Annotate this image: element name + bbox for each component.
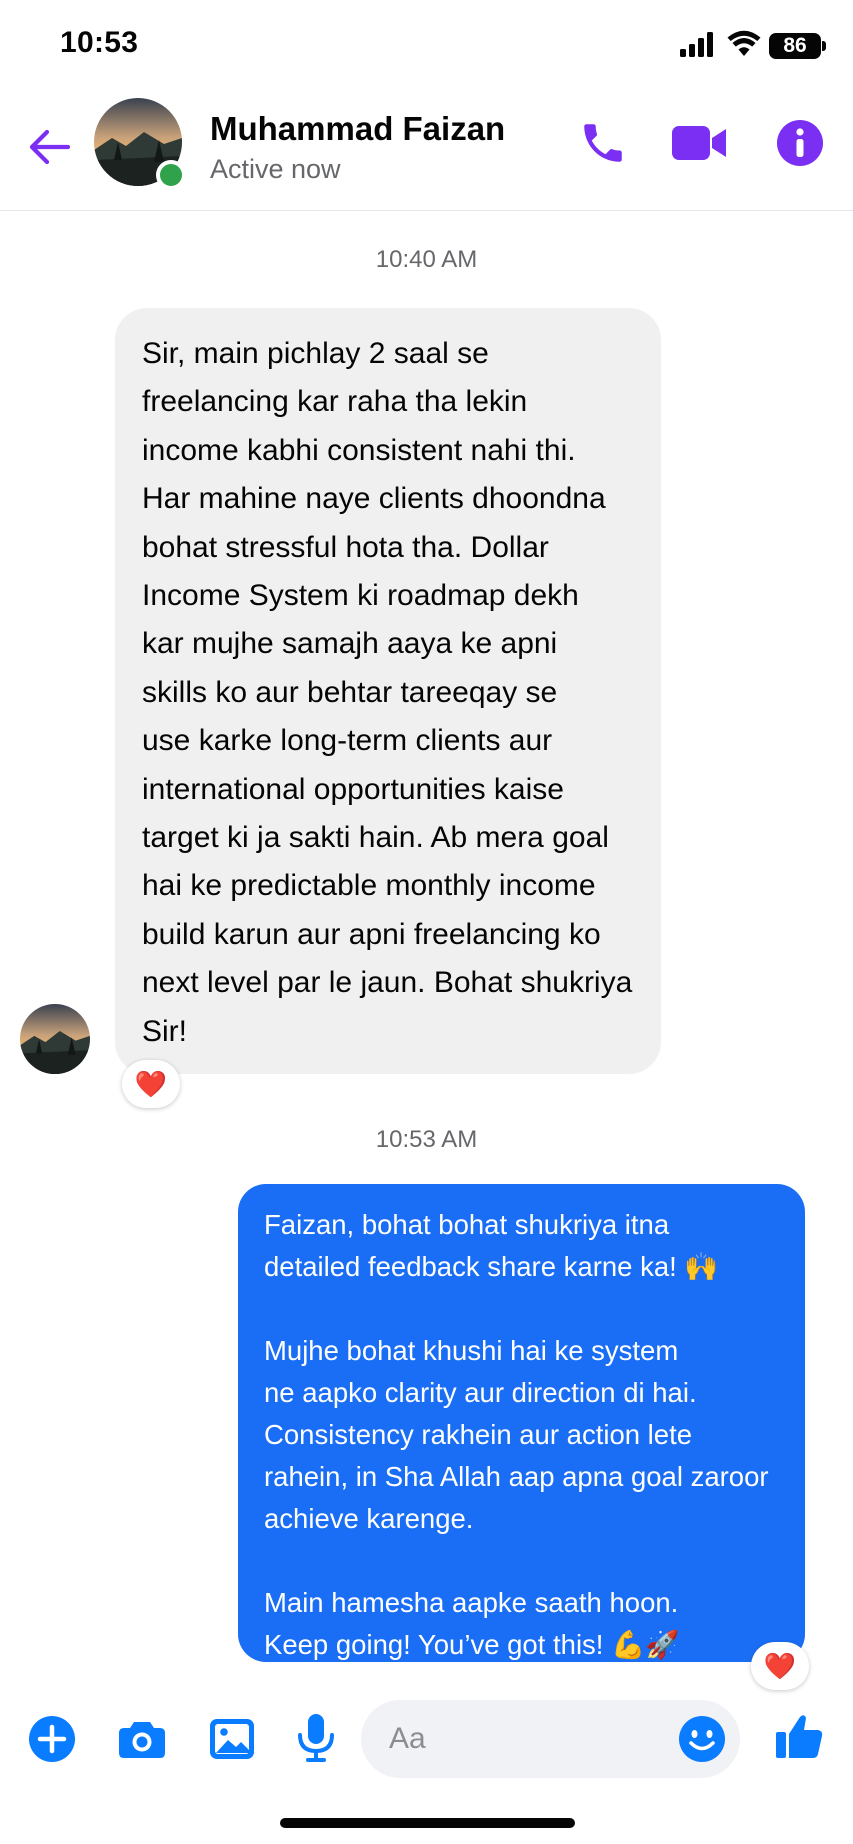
home-indicator [280,1818,575,1828]
sender-avatar[interactable] [20,1004,90,1074]
thumbs-up-icon[interactable] [773,1710,825,1762]
emoji-icon[interactable] [676,1713,728,1765]
contact-status: Active now [210,154,341,184]
cellular-signal-icon [680,32,713,57]
heart-reaction[interactable]: ❤️ [751,1642,809,1690]
phone-icon[interactable] [578,118,628,168]
message-input-placeholder: Aa [389,1722,426,1755]
message-timestamp: 10:53 AM [375,1126,478,1153]
status-time: 10:53 [60,26,139,59]
image-icon[interactable] [206,1713,258,1765]
heart-reaction-icon: ❤️ [134,1068,168,1099]
contact-name[interactable]: Muhammad Faizan [210,110,505,148]
back-arrow-icon[interactable] [26,124,72,170]
message-timestamp: 10:40 AM [375,246,478,273]
battery-indicator: 86 [769,33,821,59]
outgoing-message-bubble[interactable]: Faizan, bohat bohat shukriya itna detail… [238,1184,805,1662]
heart-reaction-icon: ❤️ [763,1650,797,1681]
plus-icon[interactable] [26,1713,78,1765]
camera-icon[interactable] [116,1713,168,1765]
video-camera-icon[interactable] [670,118,728,168]
info-icon[interactable] [775,118,825,168]
wifi-icon [727,30,761,56]
battery-cap [822,41,826,51]
heart-reaction[interactable]: ❤️ [122,1060,180,1108]
microphone-icon[interactable] [290,1711,342,1763]
online-status-dot [156,160,186,190]
incoming-message-bubble[interactable]: Sir, main pichlay 2 saal se freelancing … [115,308,661,1074]
